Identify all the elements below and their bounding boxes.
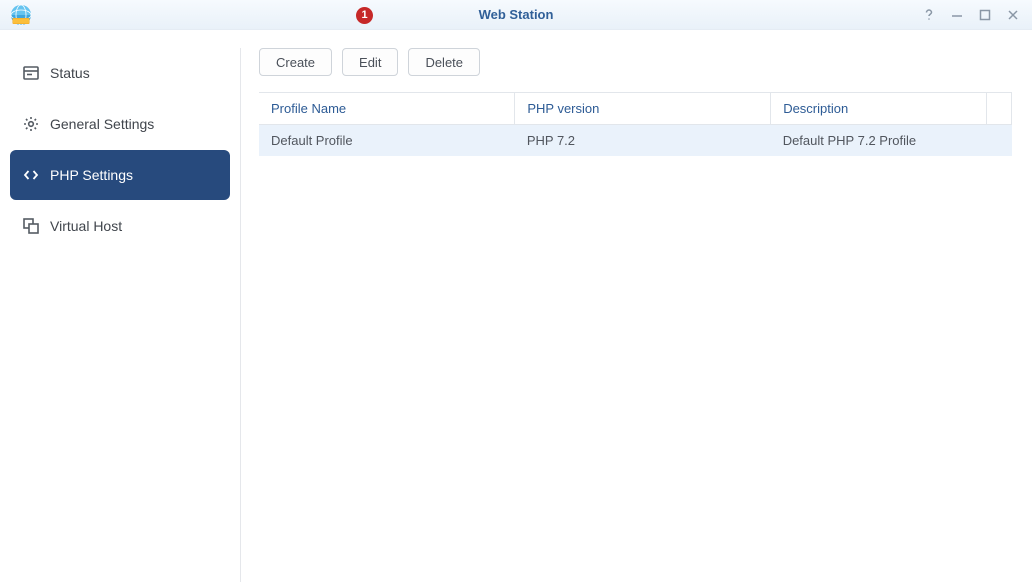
cell-description: Default PHP 7.2 Profile (771, 125, 1012, 157)
status-icon (20, 64, 42, 82)
minimize-icon[interactable] (950, 8, 964, 22)
edit-button[interactable]: Edit (342, 48, 398, 76)
sidebar-item-label: Virtual Host (50, 218, 122, 234)
create-button[interactable]: Create (259, 48, 332, 76)
window-controls (910, 8, 1032, 22)
gear-icon (20, 115, 42, 133)
sidebar-item-status[interactable]: Status (10, 48, 230, 98)
profiles-table: Profile Name PHP version Description Def… (259, 92, 1012, 156)
table-header-row: Profile Name PHP version Description (259, 93, 1012, 125)
window-title: Web Station (0, 7, 1032, 22)
delete-button[interactable]: Delete (408, 48, 480, 76)
header-spacer (987, 93, 1012, 125)
app-icon (10, 4, 32, 26)
toolbar: Create Edit Delete (259, 48, 1012, 76)
cell-php-version: PHP 7.2 (515, 125, 771, 157)
header-profile-name[interactable]: Profile Name (259, 93, 515, 125)
sidebar-item-virtual-host[interactable]: Virtual Host (10, 201, 230, 251)
maximize-icon[interactable] (978, 8, 992, 22)
sidebar-item-label: Status (50, 65, 90, 81)
sidebar-item-general-settings[interactable]: General Settings (10, 99, 230, 149)
sidebar-item-php-settings[interactable]: PHP Settings (10, 150, 230, 200)
code-icon (20, 166, 42, 184)
virtual-host-icon (20, 217, 42, 235)
app-window: Web Station 1 Status (0, 0, 1032, 582)
sidebar-item-label: PHP Settings (50, 167, 133, 183)
help-icon[interactable] (922, 8, 936, 22)
cell-profile-name: Default Profile (259, 125, 515, 157)
header-php-version[interactable]: PHP version (515, 93, 771, 125)
close-icon[interactable] (1006, 8, 1020, 22)
sidebar: Status General Settings PHP Settings Vir… (0, 30, 240, 582)
main-panel: Create Edit Delete Profile Name PHP vers… (241, 30, 1032, 582)
notification-badge: 1 (356, 7, 373, 24)
sidebar-item-label: General Settings (50, 116, 154, 132)
body-area: Status General Settings PHP Settings Vir… (0, 30, 1032, 582)
titlebar: Web Station 1 (0, 0, 1032, 30)
table-row[interactable]: Default Profile PHP 7.2 Default PHP 7.2 … (259, 125, 1012, 157)
header-description[interactable]: Description (771, 93, 987, 125)
